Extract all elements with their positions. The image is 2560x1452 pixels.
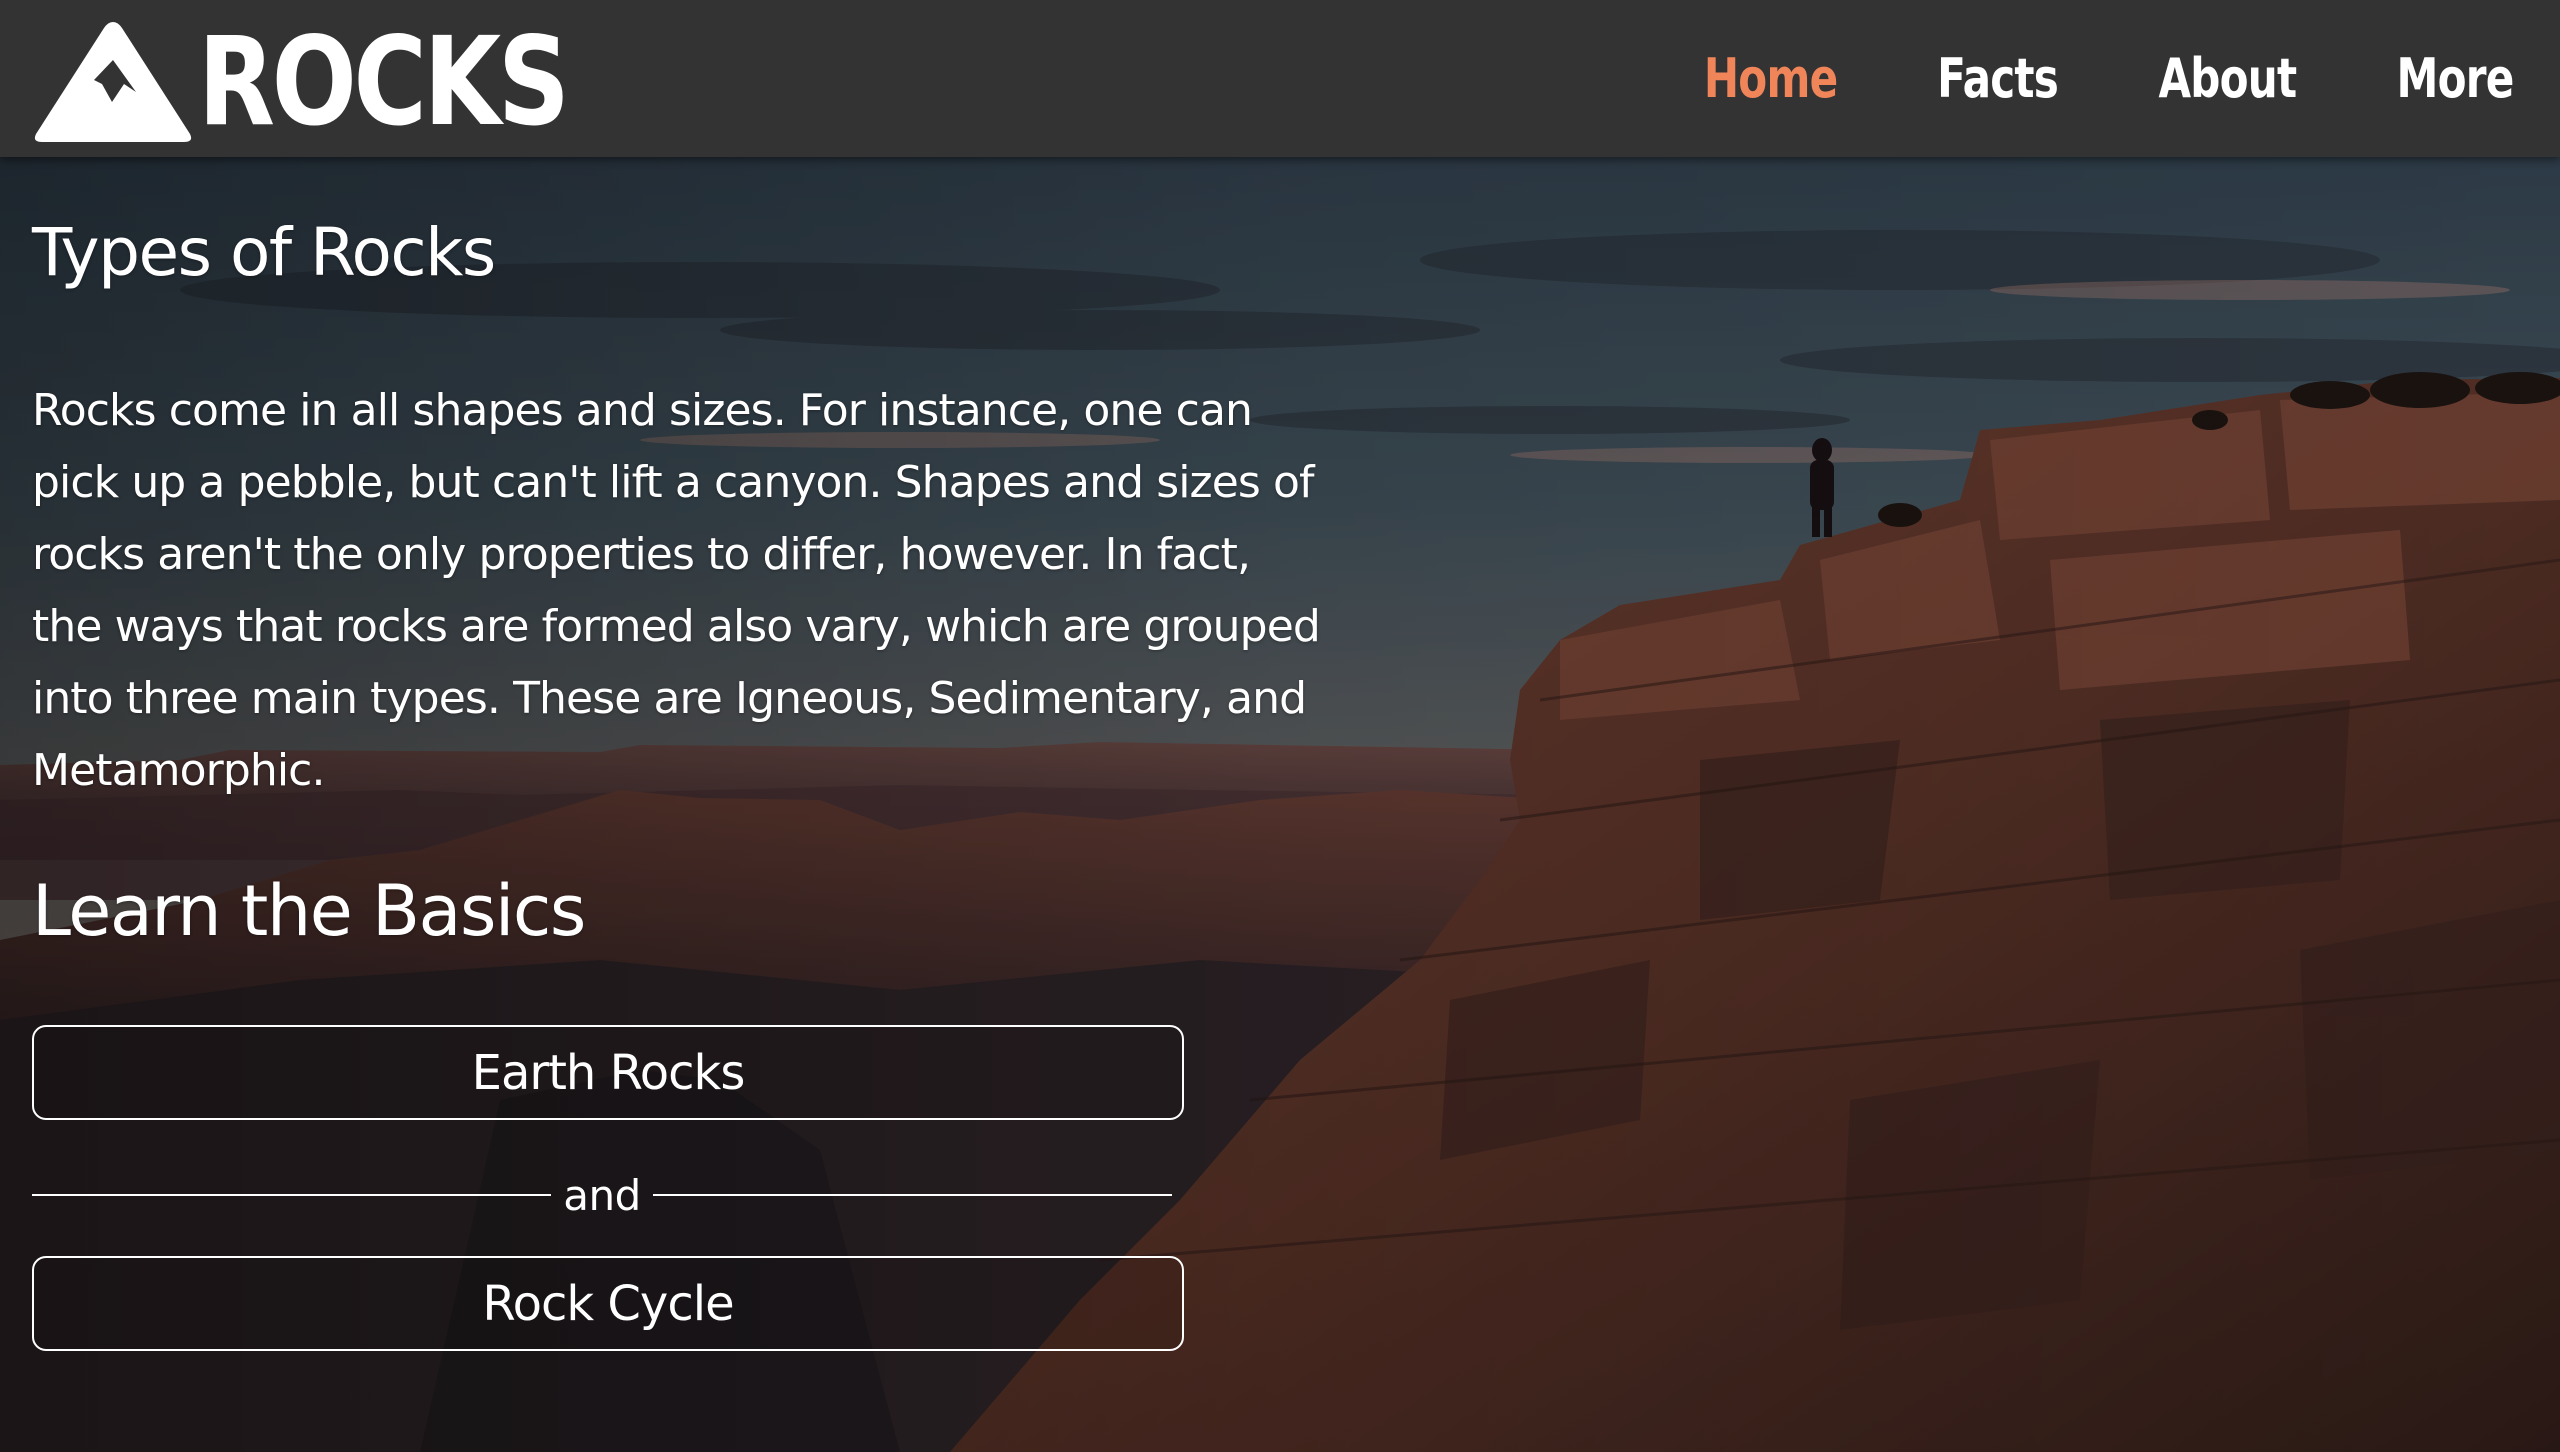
divider-text: and (563, 1170, 641, 1220)
types-intro-paragraph: Rocks come in all shapes and sizes. For … (32, 385, 1321, 796)
nav-link-home[interactable]: Home (1704, 47, 1838, 110)
nav-item-facts: Facts (1920, 47, 2075, 110)
nav-link-facts[interactable]: Facts (1937, 47, 2059, 110)
main-nav: Home Facts About More (1685, 0, 2530, 157)
earth-rocks-button[interactable]: Earth Rocks (32, 1025, 1184, 1120)
nav-link-more[interactable]: More (2396, 47, 2514, 110)
and-divider: and (32, 1167, 1172, 1223)
nav-item-more: More (2380, 47, 2530, 110)
mountain-icon (34, 22, 192, 142)
divider-line-left (32, 1194, 552, 1196)
learn-basics-heading: Learn the Basics (32, 870, 586, 952)
navbar: ROCKS Home Facts About More (0, 0, 2560, 157)
nav-item-about: About (2139, 47, 2316, 110)
rock-cycle-button[interactable]: Rock Cycle (32, 1256, 1184, 1351)
nav-item-home: Home (1685, 47, 1856, 110)
types-of-rocks-heading: Types of Rocks (32, 214, 496, 291)
nav-link-about[interactable]: About (2159, 47, 2298, 110)
divider-line-right (652, 1194, 1172, 1196)
brand-name: ROCKS (198, 11, 570, 153)
brand-logo-link[interactable]: ROCKS (32, 18, 648, 146)
